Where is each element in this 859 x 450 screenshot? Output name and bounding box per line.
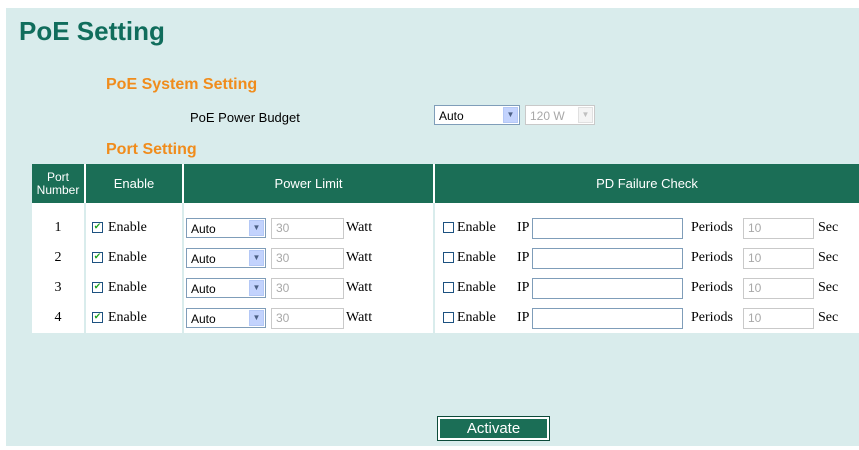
enable-cell: ✔ Enable [84, 213, 183, 243]
port-enable-checkbox[interactable]: ✔ [92, 252, 103, 263]
pd-check-enable-label: Enable [457, 310, 496, 325]
port-setting-title: Port Setting [106, 141, 197, 158]
header-enable: Enable [84, 164, 183, 203]
ip-input[interactable] [532, 248, 683, 269]
pd-failure-cell: Enable IP Periods 10 Sec [433, 213, 859, 243]
port-enable-label: Enable [108, 280, 147, 295]
power-budget-value: 120 W [530, 109, 565, 123]
pd-failure-cell: Enable IP Periods 10 Sec [433, 273, 859, 303]
port-number: 2 [54, 250, 62, 265]
page-title: PoE Setting [19, 16, 165, 46]
power-limit-cell: Auto ▼ 30 Watt [182, 213, 434, 243]
power-limit-unit: Watt [346, 280, 373, 295]
chevron-down-icon: ▼ [249, 220, 264, 236]
header-port-number: Port Number [32, 164, 85, 203]
pd-failure-cell: Enable IP Periods 10 Sec [433, 303, 859, 333]
periods-unit: Sec [818, 250, 839, 265]
chevron-down-icon: ▼ [578, 107, 593, 123]
ip-label: IP [517, 250, 530, 265]
port-enable-label: Enable [108, 310, 147, 325]
power-limit-cell: Auto ▼ 30 Watt [182, 303, 434, 333]
port-enable-label: Enable [108, 250, 147, 265]
table-spacer [32, 203, 859, 213]
periods-label: Periods [691, 250, 733, 265]
port-setting-table: Port Number Enable Power Limit PD Failur… [32, 164, 859, 333]
chevron-down-icon: ▼ [503, 107, 518, 123]
pd-check-enable-checkbox[interactable] [443, 222, 454, 233]
port-number: 3 [54, 280, 62, 295]
port-number: 4 [54, 310, 62, 325]
power-budget-value-select: 120 W ▼ [525, 105, 595, 125]
power-limit-input: 30 [271, 218, 344, 239]
power-limit-cell: Auto ▼ 30 Watt [182, 243, 434, 273]
pd-check-enable-checkbox[interactable] [443, 312, 454, 323]
table-row: 1 ✔ Enable Auto ▼ 30 Watt Enable IP Periods 10 Sec [32, 213, 859, 243]
port-number-cell: 1 [32, 213, 85, 243]
chevron-down-icon: ▼ [249, 310, 264, 326]
periods-unit: Sec [818, 220, 839, 235]
periods-input: 10 [743, 218, 814, 239]
ip-input[interactable] [532, 308, 683, 329]
enable-cell: ✔ Enable [84, 303, 183, 333]
power-limit-unit: Watt [346, 220, 373, 235]
pd-failure-cell: Enable IP Periods 10 Sec [433, 243, 859, 273]
periods-label: Periods [691, 280, 733, 295]
header-pd-failure-check: PD Failure Check [433, 164, 859, 203]
pd-check-enable-checkbox[interactable] [443, 252, 454, 263]
port-enable-checkbox[interactable]: ✔ [92, 312, 103, 323]
power-limit-mode-value: Auto [191, 312, 216, 326]
power-limit-unit: Watt [346, 310, 373, 325]
power-budget-label: PoE Power Budget [190, 110, 300, 125]
periods-label: Periods [691, 310, 733, 325]
pd-check-enable-label: Enable [457, 220, 496, 235]
power-limit-mode-value: Auto [191, 252, 216, 266]
pd-check-enable-label: Enable [457, 280, 496, 295]
port-number-cell: 2 [32, 243, 85, 273]
ip-input[interactable] [532, 278, 683, 299]
ip-label: IP [517, 280, 530, 295]
periods-unit: Sec [818, 280, 839, 295]
chevron-down-icon: ▼ [249, 250, 264, 266]
ip-label: IP [517, 220, 530, 235]
power-limit-input: 30 [271, 308, 344, 329]
port-number-cell: 4 [32, 303, 85, 333]
port-number-cell: 3 [32, 273, 85, 303]
chevron-down-icon: ▼ [249, 280, 264, 296]
periods-label: Periods [691, 220, 733, 235]
periods-input: 10 [743, 278, 814, 299]
power-budget-mode-select[interactable]: Auto ▼ [434, 105, 520, 125]
system-setting-title: PoE System Setting [106, 76, 258, 93]
enable-cell: ✔ Enable [84, 273, 183, 303]
port-number: 1 [54, 220, 62, 235]
power-limit-mode-select[interactable]: Auto ▼ [186, 248, 266, 268]
periods-unit: Sec [818, 310, 839, 325]
activate-button[interactable]: Activate [437, 416, 550, 441]
periods-input: 10 [743, 248, 814, 269]
power-limit-mode-select[interactable]: Auto ▼ [186, 218, 266, 238]
power-limit-cell: Auto ▼ 30 Watt [182, 273, 434, 303]
table-header-row: Port Number Enable Power Limit PD Failur… [32, 164, 859, 203]
pd-check-enable-checkbox[interactable] [443, 282, 454, 293]
power-limit-input: 30 [271, 278, 344, 299]
table-row: 2 ✔ Enable Auto ▼ 30 Watt Enable IP Periods 10 Sec [32, 243, 859, 273]
port-enable-label: Enable [108, 220, 147, 235]
port-enable-checkbox[interactable]: ✔ [92, 222, 103, 233]
ip-label: IP [517, 310, 530, 325]
ip-input[interactable] [532, 218, 683, 239]
power-budget-mode-value: Auto [439, 109, 464, 123]
port-enable-checkbox[interactable]: ✔ [92, 282, 103, 293]
pd-check-enable-label: Enable [457, 250, 496, 265]
power-limit-unit: Watt [346, 250, 373, 265]
periods-input: 10 [743, 308, 814, 329]
power-limit-mode-select[interactable]: Auto ▼ [186, 308, 266, 328]
header-power-limit: Power Limit [182, 164, 434, 203]
power-limit-mode-value: Auto [191, 282, 216, 296]
table-row: 4 ✔ Enable Auto ▼ 30 Watt Enable IP Periods 10 Sec [32, 303, 859, 333]
table-row: 3 ✔ Enable Auto ▼ 30 Watt Enable IP Periods 10 Sec [32, 273, 859, 303]
power-limit-mode-select[interactable]: Auto ▼ [186, 278, 266, 298]
enable-cell: ✔ Enable [84, 243, 183, 273]
power-limit-input: 30 [271, 248, 344, 269]
power-limit-mode-value: Auto [191, 222, 216, 236]
